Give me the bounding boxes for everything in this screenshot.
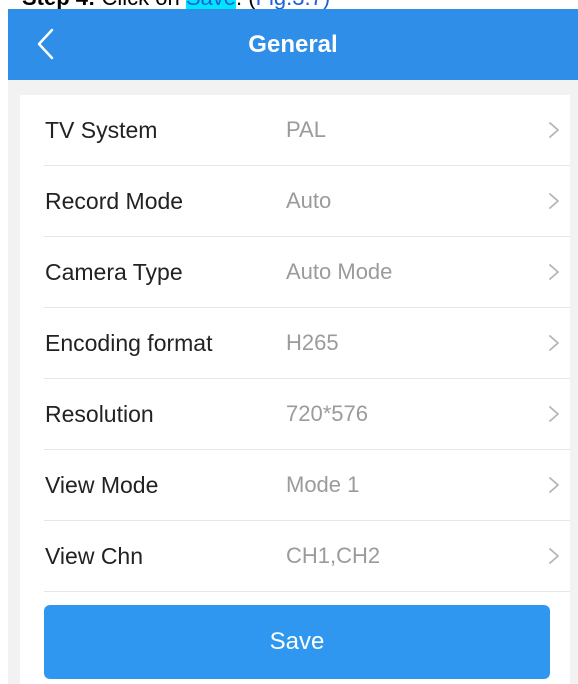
chevron-right-icon [549, 548, 559, 564]
settings-row[interactable]: Resolution 720*576 [44, 379, 570, 450]
settings-row[interactable]: Encoding format H265 [44, 308, 570, 379]
settings-row[interactable]: Camera Type Auto Mode [44, 237, 570, 308]
document-caption: Step 4: Click on Save. (Fig.3.7) [22, 0, 330, 10]
setting-label: View Mode [45, 472, 159, 498]
setting-value: CH1,CH2 [286, 543, 381, 568]
setting-label: View Chn [45, 543, 144, 569]
settings-list: TV System PAL Record Mode Auto Camera Type Au… [20, 95, 570, 592]
settings-row[interactable]: Record Mode Auto [44, 166, 570, 237]
chevron-right-icon [549, 193, 559, 209]
setting-label: TV System [45, 117, 158, 143]
settings-row[interactable]: View Mode Mode 1 [44, 450, 570, 521]
settings-row[interactable]: TV System PAL [44, 95, 570, 166]
settings-card: TV System PAL Record Mode Auto Camera Type Au… [20, 95, 570, 684]
chevron-right-icon [549, 406, 559, 422]
chevron-right-icon [549, 122, 559, 138]
setting-label: Resolution [45, 401, 154, 427]
setting-value: Auto Mode [286, 259, 393, 284]
chevron-right-icon [549, 477, 559, 493]
setting-value: 720*576 [286, 401, 368, 426]
setting-value: PAL [286, 117, 326, 142]
setting-label: Camera Type [45, 259, 183, 285]
setting-value: Mode 1 [286, 472, 360, 497]
settings-row[interactable]: View Chn CH1,CH2 [44, 521, 570, 592]
setting-label: Record Mode [45, 188, 184, 214]
phone-screen: General TV System PAL Record Mode Auto Camer… [8, 9, 578, 684]
chevron-right-icon [549, 264, 559, 280]
setting-value: H265 [286, 330, 339, 355]
save-button[interactable]: Save [44, 605, 550, 679]
setting-value: Auto [286, 188, 332, 213]
chevron-right-icon [549, 335, 559, 351]
page-title: General [248, 31, 338, 58]
setting-label: Encoding format [45, 330, 213, 356]
top-bar: General [8, 9, 578, 80]
